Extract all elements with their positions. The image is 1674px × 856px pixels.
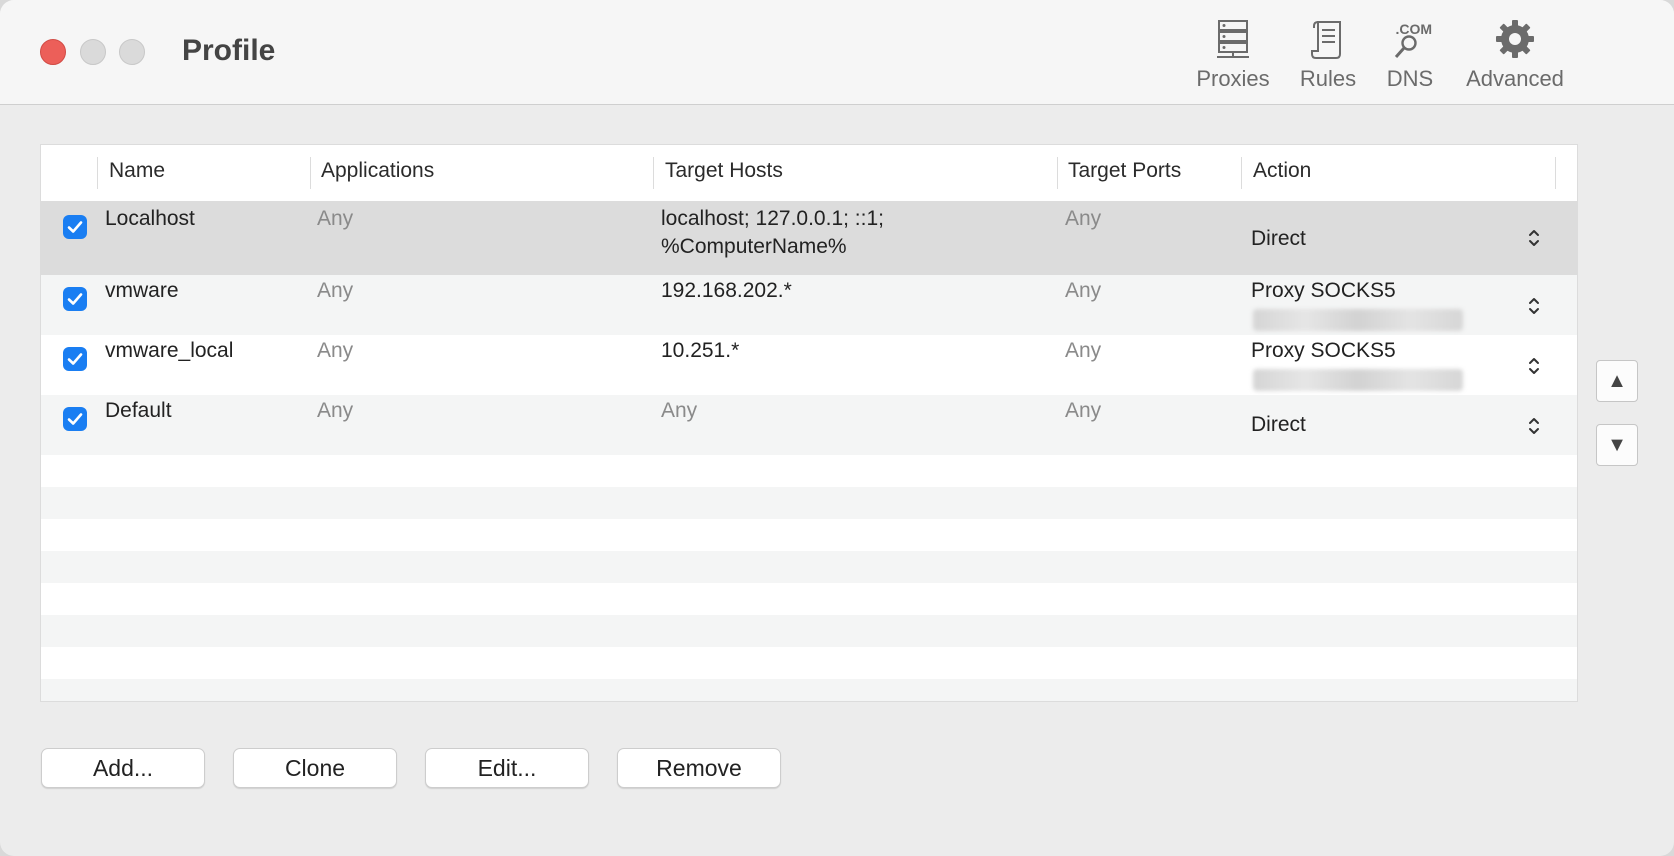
row-name: vmware [105,279,179,302]
header-separator [1057,157,1058,189]
redacted-proxy-address [1253,309,1463,331]
row-applications: Any [317,207,354,230]
zoom-window-button[interactable] [119,39,145,65]
rules-table: Name Applications Target Hosts Target Po… [40,144,1578,702]
table-row[interactable]: Default Any Any Any Direct [41,395,1577,455]
header-separator [310,157,311,189]
move-up-button[interactable]: ▲ [1596,360,1638,402]
checkmark-icon [67,413,83,425]
server-icon [1217,20,1249,58]
checkmark-icon [67,293,83,305]
row-enabled-checkbox[interactable] [63,215,87,239]
empty-row [41,551,1577,583]
magnifier-icon [1394,35,1417,58]
row-target-ports: Any [1065,399,1102,422]
row-target-hosts-line2: %ComputerName% [661,235,847,258]
row-applications: Any [317,339,354,362]
row-enabled-checkbox[interactable] [63,347,87,371]
empty-row [41,679,1577,701]
header-separator [1241,157,1242,189]
empty-row [41,455,1577,487]
header-applications[interactable]: Applications [321,159,434,183]
toolbar-rules-label: Rules [1299,66,1357,91]
close-window-button[interactable] [40,39,66,65]
row-target-hosts: localhost; 127.0.0.1; ::1; [661,207,884,230]
toolbar-proxies[interactable]: Proxies [1190,18,1276,98]
row-action-select[interactable]: Proxy SOCKS5 [1251,337,1396,365]
window-title: Profile [182,34,276,67]
header-target-ports[interactable]: Target Ports [1068,159,1181,183]
row-applications: Any [317,279,354,302]
row-enabled-checkbox[interactable] [63,287,87,311]
chevron-updown-icon[interactable] [1527,415,1541,437]
row-target-hosts: 192.168.202.* [661,279,792,302]
row-action-select[interactable]: Direct [1251,411,1306,439]
checkmark-icon [67,221,83,233]
row-name: Default [105,399,172,422]
edit-button[interactable]: Edit... [425,748,589,788]
row-name: Localhost [105,207,195,230]
table-row[interactable]: vmware Any 192.168.202.* Any Proxy SOCKS… [41,275,1577,335]
toolbar-dns[interactable]: .COM DNS [1378,18,1442,98]
empty-row [41,583,1577,615]
empty-row [41,487,1577,519]
toolbar-advanced[interactable]: Advanced [1460,18,1570,98]
table-row[interactable]: vmware_local Any 10.251.* Any Proxy SOCK… [41,335,1577,395]
dns-icon: .COM [1388,18,1432,60]
toolbar-rules[interactable]: Rules [1290,18,1366,98]
empty-row [41,615,1577,647]
row-name: vmware_local [105,339,234,362]
row-enabled-checkbox[interactable] [63,407,87,431]
clone-button[interactable]: Clone [233,748,397,788]
redacted-proxy-address [1253,369,1463,391]
header-name[interactable]: Name [109,159,165,183]
row-action-select[interactable]: Direct [1251,225,1306,253]
toolbar-advanced-label: Advanced [1466,66,1564,91]
toolbar-dns-label: DNS [1386,66,1434,91]
chevron-updown-icon[interactable] [1527,227,1541,249]
header-separator [653,157,654,189]
table-header: Name Applications Target Hosts Target Po… [41,145,1577,200]
remove-button[interactable]: Remove [617,748,781,788]
row-target-hosts: 10.251.* [661,339,740,362]
row-target-ports: Any [1065,207,1102,230]
table-row[interactable]: Localhost Any localhost; 127.0.0.1; ::1;… [41,201,1577,275]
row-applications: Any [317,399,354,422]
header-action[interactable]: Action [1253,159,1311,183]
empty-row [41,647,1577,679]
gear-icon [1496,20,1534,58]
chevron-updown-icon[interactable] [1527,295,1541,317]
title-bar: Profile Proxies Rules .COM DNS Advanced [0,0,1674,105]
add-button[interactable]: Add... [41,748,205,788]
checkmark-icon [67,353,83,365]
header-separator [97,157,98,189]
scroll-icon [1311,21,1341,59]
row-target-ports: Any [1065,339,1102,362]
header-separator [1555,157,1556,189]
row-action-select[interactable]: Proxy SOCKS5 [1251,277,1396,305]
profile-window: Profile Proxies Rules .COM DNS Advanced … [0,0,1674,856]
minimize-window-button[interactable] [80,39,106,65]
toolbar-proxies-label: Proxies [1196,66,1270,91]
row-target-ports: Any [1065,279,1102,302]
chevron-updown-icon[interactable] [1527,355,1541,377]
header-target-hosts[interactable]: Target Hosts [665,159,783,183]
empty-row [41,519,1577,551]
move-down-button[interactable]: ▼ [1596,424,1638,466]
row-target-hosts: Any [661,399,698,422]
